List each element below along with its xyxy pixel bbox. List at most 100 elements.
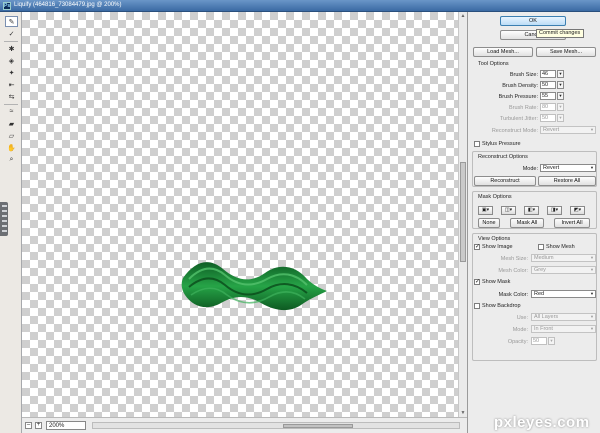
freeze-mask-icon[interactable]: ▰ bbox=[5, 118, 18, 129]
zoom-in-button[interactable]: + bbox=[35, 422, 42, 429]
green-wavy-shape bbox=[181, 262, 327, 311]
mask-subtract-icon[interactable]: ◧▾ bbox=[524, 206, 539, 215]
photoshop-icon: Ps bbox=[3, 2, 11, 10]
twirl-icon[interactable]: ✱ bbox=[5, 43, 18, 54]
tool-separator bbox=[4, 104, 18, 105]
thaw-mask-icon[interactable]: ▱ bbox=[5, 130, 18, 141]
mask-replace-icon[interactable]: ▣▾ bbox=[478, 206, 493, 215]
chevron-down-icon: ▼ bbox=[590, 255, 594, 260]
reconstruct-mode-value: Revert bbox=[543, 127, 560, 133]
reconstruct-options-title: Reconstruct Options bbox=[478, 154, 528, 160]
mesh-color-label: Mesh Color: bbox=[498, 268, 528, 274]
mask-options-title: Mask Options bbox=[478, 194, 512, 200]
hscroll-thumb[interactable] bbox=[283, 424, 353, 428]
push-left-icon[interactable]: ⇤ bbox=[5, 79, 18, 90]
backdrop-mode-value: In Front bbox=[534, 326, 553, 332]
brush-size-label: Brush Size: bbox=[509, 72, 538, 78]
brush-pressure-dropdown-icon[interactable]: ▼ bbox=[557, 92, 564, 100]
show-backdrop-label: Show Backdrop bbox=[482, 303, 521, 309]
pucker-icon[interactable]: ◈ bbox=[5, 55, 18, 66]
backdrop-use-select: All Layers ▼ bbox=[531, 313, 596, 321]
brush-density-field[interactable]: 50 bbox=[540, 81, 556, 89]
mask-add-icon[interactable]: ◫▾ bbox=[501, 206, 516, 215]
show-backdrop-checkbox[interactable] bbox=[474, 303, 480, 309]
site-watermark: pxleyes.com bbox=[494, 414, 590, 431]
vertical-scrollbar[interactable]: ▲ ▼ bbox=[458, 12, 467, 417]
status-bar: – + 200% bbox=[22, 417, 467, 433]
mesh-color-value: Grey bbox=[534, 267, 546, 273]
hand-icon[interactable]: ✋ bbox=[5, 142, 18, 153]
zoom-out-button[interactable]: – bbox=[25, 422, 32, 429]
stylus-pressure-checkbox[interactable] bbox=[474, 141, 480, 147]
turbulent-jitter-dropdown-icon: ▼ bbox=[557, 114, 564, 122]
chevron-down-icon: ▼ bbox=[590, 267, 594, 272]
window-title: Liquify (464816_73084479.jpg @ 200%) bbox=[14, 2, 122, 8]
brush-pressure-field[interactable]: 55 bbox=[540, 92, 556, 100]
reconstruct-mode-selected: Revert bbox=[543, 165, 560, 171]
reconstruct-mode-label: Mode: bbox=[522, 166, 538, 172]
title-bar: Ps Liquify (464816_73084479.jpg @ 200%) bbox=[0, 0, 600, 12]
turbulence-icon[interactable]: ≈ bbox=[5, 106, 18, 117]
mask-none-button[interactable]: None bbox=[478, 218, 500, 228]
mask-color-label: Mask Color: bbox=[498, 292, 528, 298]
forward-warp-icon[interactable]: ✎ bbox=[5, 16, 18, 27]
brush-rate-dropdown-icon: ▼ bbox=[557, 103, 564, 111]
backdrop-mode-label: Mode: bbox=[512, 327, 528, 333]
brush-size-field[interactable]: 46 bbox=[540, 70, 556, 78]
mask-intersect-icon[interactable]: ◨▾ bbox=[547, 206, 562, 215]
reconstruct-button[interactable]: Reconstruct bbox=[474, 176, 536, 186]
preview-canvas[interactable] bbox=[22, 12, 458, 417]
chevron-down-icon: ▼ bbox=[590, 326, 594, 331]
tool-separator bbox=[4, 41, 18, 42]
scroll-thumb[interactable] bbox=[460, 162, 466, 262]
show-image-checkbox[interactable]: ✓ bbox=[474, 244, 480, 250]
show-mask-label: Show Mask bbox=[482, 279, 511, 285]
backdrop-use-value: All Layers bbox=[534, 314, 559, 320]
mask-color-select[interactable]: Red ▼ bbox=[531, 290, 596, 298]
panel-grip-handle[interactable] bbox=[0, 202, 8, 236]
reconstruct-mode-dropdown[interactable]: Revert ▼ bbox=[540, 164, 596, 172]
backdrop-use-label: Use: bbox=[516, 315, 528, 321]
chevron-down-icon: ▼ bbox=[590, 127, 594, 132]
invert-all-button[interactable]: Invert All bbox=[554, 218, 590, 228]
show-mask-checkbox[interactable]: ✓ bbox=[474, 279, 480, 285]
mesh-size-value: Medium bbox=[534, 255, 554, 261]
horizontal-scrollbar[interactable] bbox=[92, 422, 460, 429]
save-mesh-button[interactable]: Save Mesh... bbox=[536, 47, 596, 57]
scroll-up-icon[interactable]: ▲ bbox=[460, 13, 466, 19]
zoom-level-field[interactable]: 200% bbox=[46, 421, 86, 430]
opacity-dropdown-icon: ▼ bbox=[548, 337, 555, 345]
reconstruct-mode-select: Revert ▼ bbox=[540, 126, 596, 134]
mask-all-button[interactable]: Mask All bbox=[510, 218, 544, 228]
brush-size-dropdown-icon[interactable]: ▼ bbox=[557, 70, 564, 78]
options-panel: OK Cancel Commit changes Load Mesh... Sa… bbox=[467, 12, 600, 433]
view-options-title: View Options bbox=[478, 236, 511, 242]
backdrop-opacity-field: 50 bbox=[531, 337, 547, 345]
turbulent-jitter-field: 50 bbox=[540, 114, 556, 122]
load-mesh-button[interactable]: Load Mesh... bbox=[473, 47, 533, 57]
brush-density-dropdown-icon[interactable]: ▼ bbox=[557, 81, 564, 89]
chevron-down-icon: ▼ bbox=[590, 165, 594, 170]
mesh-size-select: Medium ▼ bbox=[531, 254, 596, 262]
show-image-label: Show Image bbox=[482, 244, 513, 250]
brush-rate-field: 80 bbox=[540, 103, 556, 111]
ok-button[interactable]: OK bbox=[500, 16, 566, 26]
scroll-down-icon[interactable]: ▼ bbox=[460, 410, 466, 416]
mesh-size-label: Mesh Size: bbox=[500, 256, 528, 262]
backdrop-mode-select: In Front ▼ bbox=[531, 325, 596, 333]
bloat-icon[interactable]: ✦ bbox=[5, 67, 18, 78]
brush-pressure-label: Brush Pressure: bbox=[498, 94, 538, 100]
brush-density-label: Brush Density: bbox=[502, 83, 538, 89]
restore-all-button[interactable]: Restore All bbox=[538, 176, 596, 186]
show-mesh-checkbox[interactable] bbox=[538, 244, 544, 250]
liquify-toolbox: ✎ ✓ ✱ ◈ ✦ ⇤ ⇆ ≈ ▰ ▱ ✋ ⌕ bbox=[0, 12, 22, 433]
ok-tooltip: Commit changes bbox=[536, 29, 584, 38]
reconstruct-mode-label: Reconstruct Mode: bbox=[491, 128, 538, 134]
stylus-pressure-label: Stylus Pressure bbox=[482, 141, 521, 147]
reconstruct-icon[interactable]: ✓ bbox=[5, 28, 18, 39]
mesh-color-select: Grey ▼ bbox=[531, 266, 596, 274]
mirror-icon[interactable]: ⇆ bbox=[5, 91, 18, 102]
zoom-icon[interactable]: ⌕ bbox=[5, 154, 18, 165]
mask-invert-icon[interactable]: ◩▾ bbox=[570, 206, 585, 215]
show-mesh-label: Show Mesh bbox=[546, 244, 575, 250]
